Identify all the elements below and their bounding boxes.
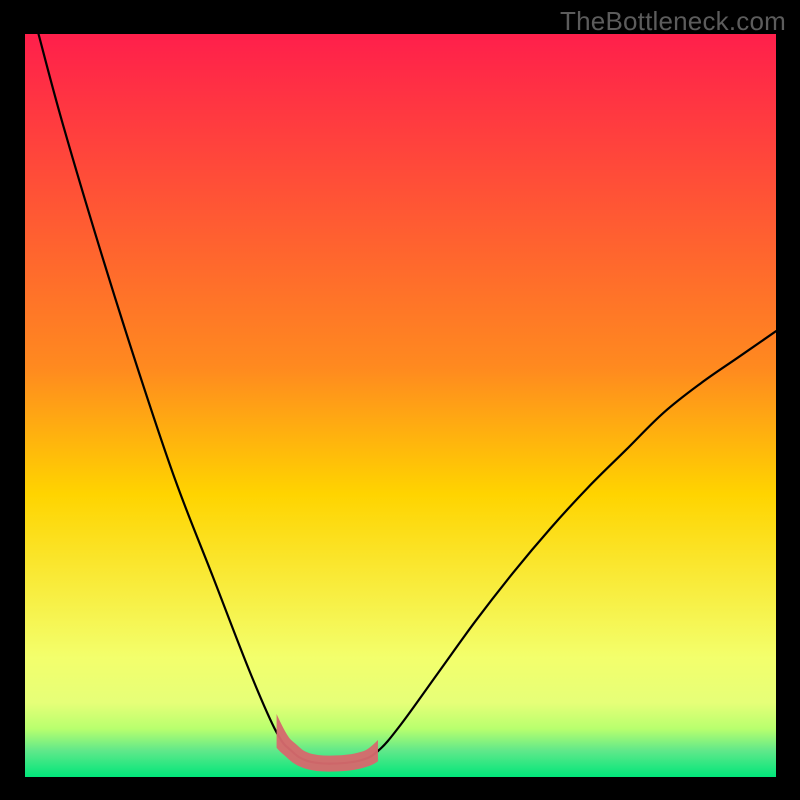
plot-area: [25, 34, 776, 777]
chart-svg: [25, 34, 776, 777]
outer-frame: TheBottleneck.com: [0, 0, 800, 800]
watermark-text: TheBottleneck.com: [560, 6, 786, 37]
